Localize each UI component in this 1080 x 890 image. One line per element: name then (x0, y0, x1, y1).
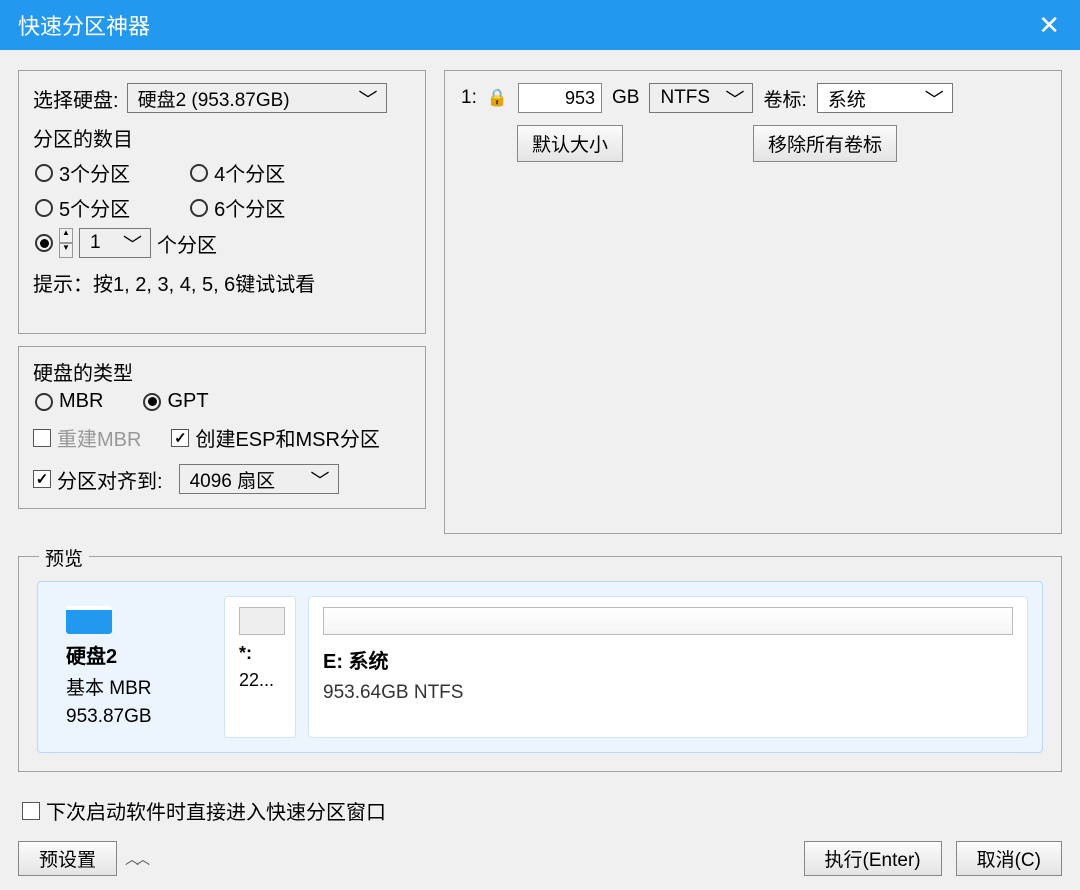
chevron-down-icon: ﹀ (925, 85, 944, 112)
align-select[interactable]: 4096 扇区 ﹀ (179, 464, 339, 494)
dialog-body: 选择硬盘: 硬盘2 (953.87GB) ﹀ 分区的数目 3个分区 4个分区 5… (0, 50, 1080, 890)
disk-type-title: 硬盘的类型 (33, 357, 411, 386)
disk-select[interactable]: 硬盘2 (953.87GB) ﹀ (127, 83, 387, 113)
preview-disk-card[interactable]: 硬盘2 基本 MBR 953.87GB (52, 596, 212, 738)
partition-config-panel: 1: 🔒 GB NTFS ﹀ 卷标: 系统 ﹀ 默认大小 移除所有卷标 (444, 70, 1062, 534)
preview-part-name: E: 系统 (323, 645, 1013, 674)
partition-box-icon (239, 607, 285, 635)
volume-label-select[interactable]: 系统 ﹀ (817, 83, 953, 113)
preview-small-star: *: (239, 643, 281, 664)
execute-button[interactable]: 执行(Enter) (804, 841, 942, 876)
custom-suffix: 个分区 (157, 229, 217, 258)
check-align[interactable]: 分区对齐到: (33, 465, 163, 494)
default-size-button[interactable]: 默认大小 (517, 125, 623, 162)
cancel-button[interactable]: 取消(C) (956, 841, 1062, 876)
preview-part-size: 953.64GB NTFS (323, 682, 1013, 704)
preview-group: 预览 硬盘2 基本 MBR 953.87GB *: 22... E: 系统 95… (18, 556, 1062, 772)
disk-type-group: 硬盘的类型 MBR GPT 重建MBR 创建ESP和MSR分区 分区对齐到: 4… (18, 346, 426, 509)
titlebar: 快速分区神器 ✕ (0, 0, 1080, 50)
remove-labels-button[interactable]: 移除所有卷标 (753, 125, 897, 162)
radio-4-partitions[interactable]: 4个分区 (190, 158, 285, 187)
preview-inner: 硬盘2 基本 MBR 953.87GB *: 22... E: 系统 953.6… (37, 581, 1043, 753)
radio-3-partitions[interactable]: 3个分区 (35, 158, 130, 187)
chevron-down-icon: ﹀ (359, 85, 378, 112)
chevron-down-icon: ﹀ (123, 230, 142, 257)
size-input[interactable] (518, 83, 602, 113)
preview-main-partition[interactable]: E: 系统 953.64GB NTFS (308, 596, 1028, 738)
partition-count-label: 分区的数目 (33, 123, 411, 152)
lock-icon[interactable]: 🔒 (487, 88, 508, 108)
radio-6-partitions[interactable]: 6个分区 (190, 193, 285, 222)
spin-handle[interactable]: ▲▼ (59, 228, 73, 258)
preview-small-partition[interactable]: *: 22... (224, 596, 296, 738)
filesystem-select[interactable]: NTFS ﹀ (649, 83, 753, 113)
custom-count-select[interactable]: 1 ﹀ (79, 228, 151, 258)
check-create-esp-msr[interactable]: 创建ESP和MSR分区 (171, 423, 379, 452)
radio-5-partitions[interactable]: 5个分区 (35, 193, 130, 222)
preview-disk-name: 硬盘2 (66, 640, 198, 669)
select-disk-label: 选择硬盘: (33, 84, 119, 113)
partition-bar (323, 607, 1013, 635)
check-launch-quick-partition[interactable]: 下次启动软件时直接进入快速分区窗口 (22, 796, 386, 825)
keyboard-hint: 提示：按1, 2, 3, 4, 5, 6键试试看 (33, 268, 411, 297)
gb-label: GB (612, 87, 639, 109)
partition-index: 1: (461, 87, 477, 109)
volume-label-text: 卷标: (763, 85, 806, 112)
preview-legend: 预览 (39, 544, 89, 571)
close-icon[interactable]: ✕ (1030, 10, 1068, 41)
radio-mbr[interactable]: MBR (35, 390, 103, 413)
radio-gpt[interactable]: GPT (143, 390, 208, 413)
disk-select-group: 选择硬盘: 硬盘2 (953.87GB) ﹀ 分区的数目 3个分区 4个分区 5… (18, 70, 426, 334)
bottom-area: 下次启动软件时直接进入快速分区窗口 预设置 ︿︿ 执行(Enter) 取消(C) (18, 796, 1062, 876)
preview-small-size: 22... (239, 670, 281, 691)
preview-disk-size: 953.87GB (66, 706, 198, 728)
preview-disk-type: 基本 MBR (66, 673, 198, 700)
chevron-down-icon: ﹀ (725, 85, 744, 112)
preset-button[interactable]: 预设置 (18, 841, 117, 876)
window-title: 快速分区神器 (18, 9, 1030, 41)
chevrons-up-icon[interactable]: ︿︿ (125, 849, 147, 869)
chevron-down-icon: ﹀ (311, 466, 330, 493)
radio-custom-partitions[interactable] (35, 234, 53, 252)
check-rebuild-mbr: 重建MBR (33, 423, 141, 452)
disk-icon (66, 606, 112, 634)
disk-select-value: 硬盘2 (953.87GB) (138, 85, 290, 112)
